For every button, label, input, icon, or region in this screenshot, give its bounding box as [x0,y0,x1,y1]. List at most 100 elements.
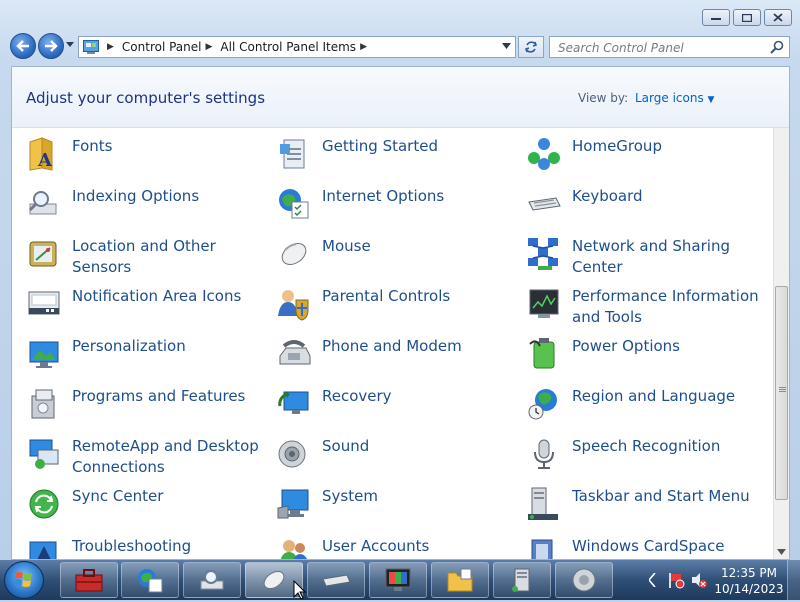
item-label: Windows CardSpace [572,537,725,555]
taskbar-button[interactable] [121,562,179,598]
item-label: Region and Language [572,387,736,405]
address-dropdown-icon[interactable] [502,43,511,49]
item-getting-started[interactable]: Getting Started [276,136,516,184]
internet-options-icon [138,569,163,593]
item-fonts[interactable]: A Fonts [26,136,266,184]
notification-area: 12:35 PM 10/14/2023 [640,560,800,600]
item-label: Keyboard [572,187,643,205]
start-button[interactable] [4,561,44,599]
refresh-button[interactable] [518,36,544,58]
show-hidden-icons-icon[interactable] [649,573,657,587]
taskbar-button[interactable] [555,562,613,598]
view-by-dropdown-arrow-icon[interactable]: ▼ [708,95,715,105]
item-performance-info-tools[interactable]: Performance Information and Tools [526,286,766,334]
item-mouse[interactable]: Mouse [276,236,516,284]
breadcrumb-separator-icon[interactable]: ▶ [360,42,367,52]
item-region-language[interactable]: Region and Language [526,386,766,434]
forward-button[interactable] [38,33,64,59]
content-header: Adjust your computer's settings View by:… [12,67,789,128]
taskbar-button[interactable] [307,562,365,598]
search-icon[interactable] [770,40,784,54]
item-programs-features[interactable]: Programs and Features [26,386,266,434]
display-icon [385,568,411,591]
clock[interactable]: 12:35 PM 10/14/2023 [714,565,784,597]
item-label: Network and Sharing Center [572,237,730,276]
item-parental-controls[interactable]: Parental Controls [276,286,516,334]
item-recovery[interactable]: Recovery [276,386,516,434]
item-windows-cardspace[interactable]: Windows CardSpace [526,536,766,559]
item-homegroup[interactable]: HomeGroup [526,136,766,184]
navigation-bar: ▶ Control Panel ▶ All Control Panel Item… [0,33,800,61]
scrollbar-grip-icon [779,387,786,388]
breadcrumb-all-items[interactable]: All Control Panel Items [220,40,356,54]
item-user-accounts[interactable]: User Accounts [276,536,516,559]
scroll-down-icon[interactable] [777,549,786,555]
search-box[interactable] [549,36,790,58]
user-accounts-icon [280,540,307,559]
taskbar-button[interactable] [493,562,551,598]
taskbar-button[interactable] [60,562,118,598]
show-desktop-button[interactable] [787,560,800,600]
item-indexing-options[interactable]: Indexing Options [26,186,266,234]
item-keyboard[interactable]: Keyboard [526,186,766,234]
item-remoteapp[interactable]: RemoteApp and Desktop Connections [26,436,266,484]
scrollbar-thumb[interactable] [775,286,788,500]
fonts-icon: A [29,137,53,171]
item-label: HomeGroup [572,137,662,155]
item-internet-options[interactable]: Internet Options [276,186,516,234]
toolbox-icon [75,569,103,592]
item-sound[interactable]: Sound [276,436,516,484]
taskbar-start-menu-icon [528,487,558,520]
taskbar-button[interactable] [183,562,241,598]
refresh-icon [524,41,538,53]
speech-recognition-icon [534,439,554,469]
breadcrumb-separator-icon[interactable]: ▶ [107,42,114,52]
item-notification-area-icons[interactable]: Notification Area Icons [26,286,266,334]
taskbar-button[interactable] [369,562,427,598]
mouse-cursor-icon [293,580,307,600]
minimize-icon [711,17,721,20]
breadcrumb-control-panel[interactable]: Control Panel [122,40,202,54]
view-by-value[interactable]: Large icons [635,91,704,105]
location-sensors-icon [29,241,57,267]
item-sync-center[interactable]: Sync Center [26,486,266,534]
item-troubleshooting[interactable]: Troubleshooting [26,536,266,559]
item-personalization[interactable]: Personalization [26,336,266,384]
back-button[interactable] [10,33,36,59]
volume-muted-icon[interactable] [690,571,708,589]
clock-time: 12:35 PM [721,566,777,580]
item-network-sharing[interactable]: Network and Sharing Center [526,236,766,284]
search-input[interactable] [556,38,765,58]
sync-center-icon [29,489,59,519]
recent-pages-dropdown[interactable] [66,42,74,47]
view-by-dropdown[interactable]: Large icons ▼ [635,91,714,105]
mouse-icon [263,570,285,590]
taskbar: 12:35 PM 10/14/2023 [0,560,800,600]
item-label: Sound [322,437,370,455]
item-label: System [322,487,378,505]
item-phone-modem[interactable]: Phone and Modem [276,336,516,384]
folder-icon [447,568,473,592]
action-center-flag-icon[interactable] [667,571,685,589]
content-pane: Adjust your computer's settings View by:… [11,66,790,560]
item-label: Personalization [72,337,186,355]
item-label: Sync Center [72,487,164,505]
item-power-options[interactable]: Power Options [526,336,766,384]
maximize-button[interactable] [733,9,761,26]
item-label: Internet Options [322,187,445,205]
close-icon [773,13,783,22]
item-label: RemoteApp and Desktop Connections [72,437,259,476]
view-by-label: View by: [578,91,629,105]
svg-text:A: A [37,150,53,171]
address-bar[interactable]: ▶ Control Panel ▶ All Control Panel Item… [78,36,516,58]
item-system[interactable]: System [276,486,516,534]
vertical-scrollbar[interactable] [773,128,789,559]
minimize-button[interactable] [702,9,730,26]
close-button[interactable] [764,9,792,26]
taskbar-button[interactable] [431,562,489,598]
keyboard-icon [528,197,561,211]
breadcrumb-separator-icon[interactable]: ▶ [206,42,213,52]
item-location-sensors[interactable]: Location and Other Sensors [26,236,266,284]
item-taskbar-start-menu[interactable]: Taskbar and Start Menu [526,486,766,534]
item-speech-recognition[interactable]: Speech Recognition [526,436,766,484]
